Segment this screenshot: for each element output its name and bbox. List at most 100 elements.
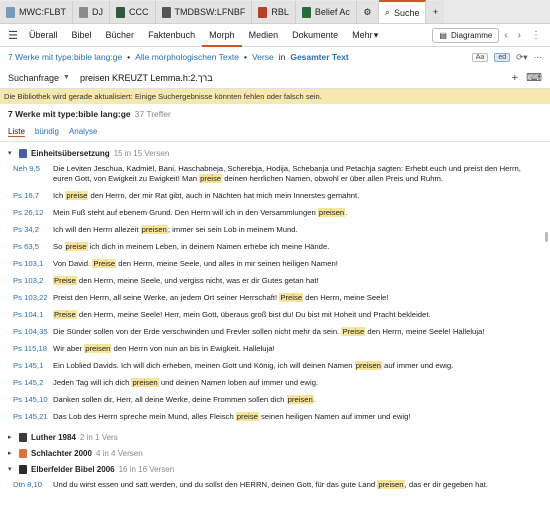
chevron-down-icon[interactable]: ▾ bbox=[8, 149, 15, 157]
more-icon[interactable]: ⋯ bbox=[534, 52, 543, 63]
menu-item-4[interactable]: Morph bbox=[202, 24, 242, 47]
verse-reference-link[interactable]: Ps 103,22 bbox=[13, 293, 53, 303]
result-row[interactable]: Ps 63,5 So preise ich dich in meinem Lebe… bbox=[13, 242, 542, 252]
new-tab-icon[interactable]: + bbox=[426, 1, 445, 23]
verse-reference-link[interactable]: Ps 63,5 bbox=[13, 242, 53, 252]
verse-reference-link[interactable]: Ps 26,12 bbox=[13, 208, 53, 218]
search-hit[interactable]: Preise bbox=[92, 259, 117, 269]
result-row[interactable]: Ps 145,1 Ein Loblied Davids. Ich will dic… bbox=[13, 361, 542, 371]
text-range-link[interactable]: Gesamter Text bbox=[290, 52, 348, 62]
book-icon bbox=[79, 6, 88, 18]
chevron-right-icon[interactable]: ▸ bbox=[8, 449, 15, 457]
menu-item-2[interactable]: Bücher bbox=[99, 24, 142, 47]
tab-5[interactable]: Belief Ac bbox=[295, 1, 357, 23]
tab-search[interactable]: ⌕ Suche bbox=[378, 0, 427, 23]
menu-item-6[interactable]: Dokumente bbox=[285, 24, 345, 47]
menu-item-5[interactable]: Medien bbox=[242, 24, 286, 47]
chevron-down-icon[interactable]: ▾ bbox=[374, 24, 379, 47]
result-row[interactable]: Dtn 8,10 Und du wirst essen und satt werd… bbox=[13, 480, 542, 490]
search-hit[interactable]: preisen bbox=[140, 225, 168, 235]
tab-2[interactable]: CCC bbox=[110, 1, 156, 23]
search-hit[interactable]: preise bbox=[199, 174, 223, 184]
verse-reference-link[interactable]: Ps 145,10 bbox=[13, 395, 53, 405]
search-hit[interactable]: preisen bbox=[84, 344, 112, 354]
result-row[interactable]: Ps 34,2 Ich will den Herrn allezeit preis… bbox=[13, 225, 542, 235]
verse-scope-link[interactable]: Verse bbox=[252, 52, 274, 62]
group-header[interactable]: ▾ Elberfelder Bibel 2006 16 in 16 Versen bbox=[8, 461, 542, 477]
search-hit[interactable]: preise bbox=[64, 242, 88, 252]
verse-reference-link[interactable]: Neh 9,5 bbox=[13, 164, 53, 184]
search-hit[interactable]: Preise bbox=[341, 327, 366, 337]
diacritics-toggle[interactable]: ed bbox=[494, 52, 511, 62]
text-type-link[interactable]: Alle morphologischen Texte bbox=[135, 52, 239, 62]
result-row[interactable]: Ps 104,35 Die Sünder sollen von der Erde … bbox=[13, 327, 542, 337]
book-icon bbox=[161, 6, 171, 18]
verse-text-after: ; immer sei sein Lob in meinem Mund. bbox=[167, 225, 298, 235]
group-header[interactable]: ▾ Einheitsübersetzung 15 in 15 Versen bbox=[8, 145, 542, 161]
result-row[interactable]: Ps 145,10 Danken sollen dir, Herr, all de… bbox=[13, 395, 542, 405]
search-hit[interactable]: preisen bbox=[317, 208, 346, 218]
result-row[interactable]: Neh 9,5 Die Leviten Jeschua, Kadmiël, Ban… bbox=[13, 164, 542, 184]
result-row[interactable]: Ps 103,22 Preist den Herrn, all seine Wer… bbox=[13, 293, 542, 303]
view-tab-2[interactable]: Analyse bbox=[69, 127, 97, 136]
sync-icon[interactable]: ⟳▾ bbox=[516, 52, 527, 63]
view-tab-1[interactable]: bündig bbox=[35, 127, 59, 136]
group-header[interactable]: ▸ Schlachter 2000 4 in 4 Versen bbox=[8, 445, 542, 461]
result-row[interactable]: Ps 104,1 Preise den Herrn, meine Seele! H… bbox=[13, 310, 542, 320]
verse-text-before: Die Sünder sollen von der Erde verschwin… bbox=[53, 327, 342, 337]
works-filter-link[interactable]: 7 Werke mit type:bible lang:ge bbox=[8, 52, 122, 62]
verse-reference-link[interactable]: Ps 104,35 bbox=[13, 327, 53, 337]
tab-0[interactable]: MWC:FLBT bbox=[0, 1, 73, 23]
search-hit[interactable]: preise bbox=[65, 191, 89, 201]
menu-item-3[interactable]: Faktenbuch bbox=[141, 24, 202, 47]
add-icon[interactable]: + bbox=[512, 72, 518, 84]
search-hit[interactable]: preisen bbox=[286, 395, 314, 405]
result-row[interactable]: Ps 115,18 Wir aber preisen den Herrn von … bbox=[13, 344, 542, 354]
tab-1[interactable]: DJ bbox=[73, 1, 110, 23]
view-tab-0[interactable]: Liste bbox=[8, 127, 25, 137]
verse-reference-link[interactable]: Ps 103,2 bbox=[13, 276, 53, 286]
verse-reference-link[interactable]: Ps 103,1 bbox=[13, 259, 53, 269]
search-hit[interactable]: preisen bbox=[377, 480, 405, 490]
search-type-label[interactable]: Suchanfrage bbox=[8, 73, 59, 83]
search-hit[interactable]: preisen bbox=[354, 361, 382, 371]
result-row[interactable]: Ps 103,1 Von David. Preise den Herrn, mei… bbox=[13, 259, 542, 269]
search-hit[interactable]: Preise bbox=[53, 276, 77, 286]
chevron-down-icon[interactable]: ▾ bbox=[8, 465, 15, 473]
verse-reference-link[interactable]: Ps 104,1 bbox=[13, 310, 53, 320]
diagrams-button[interactable]: ▤ Diagramme bbox=[432, 27, 500, 43]
case-sensitive-toggle[interactable]: Aa bbox=[471, 52, 489, 62]
search-hit[interactable]: Preise bbox=[53, 310, 77, 320]
keyboard-icon[interactable]: ⌨ bbox=[526, 71, 542, 84]
back-icon[interactable]: ‹ bbox=[499, 30, 512, 41]
search-input[interactable]: preisen KREUZT Lemma.h:2.ברך bbox=[80, 73, 512, 83]
result-row[interactable]: Ps 103,2 Preise den Herrn, meine Seele, u… bbox=[13, 276, 542, 286]
chevron-right-icon[interactable]: ▸ bbox=[8, 433, 15, 441]
search-hit[interactable]: preisen bbox=[131, 378, 159, 388]
menu-item-1[interactable]: Bibel bbox=[65, 24, 99, 47]
result-row[interactable]: Ps 145,21 Das Lob des Herrn spreche mein … bbox=[13, 412, 542, 422]
result-row[interactable]: Ps 145,2 Jeden Tag will ich dich preisen … bbox=[13, 378, 542, 388]
group-header[interactable]: ▸ Luther 1984 2 in 1 Vers bbox=[8, 429, 542, 445]
tab-label: DJ bbox=[92, 7, 103, 17]
verse-reference-link[interactable]: Ps 34,2 bbox=[13, 225, 53, 235]
hamburger-menu-icon[interactable]: ☰ bbox=[4, 29, 22, 42]
verse-reference-link[interactable]: Ps 145,2 bbox=[13, 378, 53, 388]
gear-icon[interactable]: ⚙ bbox=[356, 1, 379, 23]
forward-icon[interactable]: › bbox=[513, 30, 526, 41]
result-row[interactable]: Ps 26,12 Mein Fuß steht auf ebenem Grund.… bbox=[13, 208, 542, 218]
search-hit[interactable]: Preise bbox=[279, 293, 304, 303]
search-hit[interactable]: preise bbox=[235, 412, 259, 422]
scrollbar[interactable] bbox=[545, 232, 548, 242]
tab-3[interactable]: TMDBSW:LFNBF bbox=[155, 1, 253, 23]
verse-reference-link[interactable]: Ps 115,18 bbox=[13, 344, 53, 354]
verse-reference-link[interactable]: Ps 145,1 bbox=[13, 361, 53, 371]
chevron-down-icon[interactable]: ▼ bbox=[63, 74, 70, 81]
verse-reference-link[interactable]: Ps 16,7 bbox=[13, 191, 53, 201]
more-options-icon[interactable]: ⋮ bbox=[526, 30, 546, 41]
verse-reference-link[interactable]: Ps 145,21 bbox=[13, 412, 53, 422]
menu-item-0[interactable]: Überall bbox=[22, 24, 65, 47]
verse-reference-link[interactable]: Dtn 8,10 bbox=[13, 480, 53, 490]
result-row[interactable]: Ps 16,7 Ich preise den Herrn, der mir Rat… bbox=[13, 191, 542, 201]
tab-4[interactable]: RBL bbox=[252, 1, 296, 23]
